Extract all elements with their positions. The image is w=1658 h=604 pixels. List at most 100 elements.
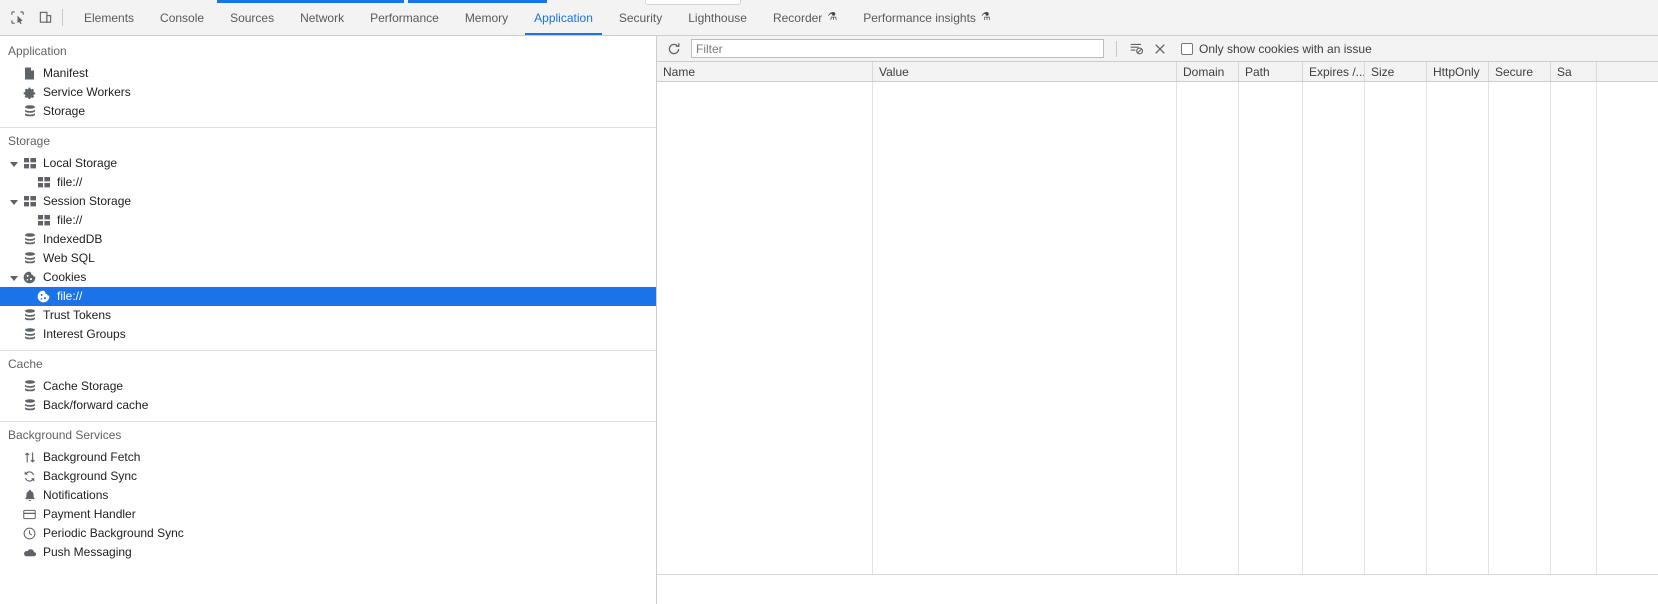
filter-input[interactable]: [691, 39, 1104, 58]
only-issues-checkbox[interactable]: [1181, 42, 1193, 55]
toolbar-divider: [62, 9, 63, 26]
application-panel: Application Manifest Service Workers Sto…: [0, 36, 1658, 604]
tab-label: Memory: [464, 10, 509, 25]
column-divider: [1177, 82, 1239, 574]
sidebar-item-cache-storage[interactable]: Cache Storage: [0, 377, 656, 396]
expander-placeholder: [24, 216, 34, 226]
tab-memory[interactable]: Memory: [452, 0, 521, 35]
section-title-application: Application: [8, 44, 67, 58]
column-header-secure[interactable]: Secure: [1489, 62, 1551, 81]
sidebar-item-cookies[interactable]: Cookies: [0, 268, 656, 287]
expander-placeholder: [10, 88, 20, 98]
column-header-size[interactable]: Size: [1365, 62, 1427, 81]
clock-icon: [22, 527, 37, 541]
cookie-icon: [22, 271, 37, 285]
database-icon: [22, 328, 37, 342]
column-header-value[interactable]: Value: [873, 62, 1177, 81]
sidebar-item-manifest[interactable]: Manifest: [0, 64, 656, 83]
tab-elements[interactable]: Elements: [71, 0, 147, 35]
table-grid-icon: [22, 157, 37, 171]
sidebar-item-notifications[interactable]: Notifications: [0, 486, 656, 505]
tab-label: Network: [300, 10, 345, 25]
sidebar-item-label: Web SQL: [43, 251, 95, 265]
column-header-samesite[interactable]: Sa: [1551, 62, 1597, 81]
sidebar-item-label: Local Storage: [43, 156, 118, 170]
cookies-data-grid[interactable]: Name Value Domain Path Expires /... Size…: [657, 62, 1658, 604]
experiment-flask-icon: ⚗: [980, 11, 991, 23]
tab-application[interactable]: Application: [521, 0, 606, 35]
sidebar-divider: [0, 421, 656, 422]
database-icon: [22, 380, 37, 394]
column-header-httponly[interactable]: HttpOnly: [1427, 62, 1489, 81]
tab-performance-insights[interactable]: Performance insights ⚗: [850, 0, 1004, 35]
sidebar-item-service-workers[interactable]: Service Workers: [0, 83, 656, 102]
refresh-icon[interactable]: [663, 39, 685, 59]
expander-placeholder: [10, 453, 20, 463]
expander-placeholder: [10, 382, 20, 392]
sidebar-item-storage[interactable]: Storage: [0, 102, 656, 121]
sidebar-item-background-sync[interactable]: Background Sync: [0, 467, 656, 486]
tab-security[interactable]: Security: [606, 0, 675, 35]
tab-performance[interactable]: Performance: [357, 0, 452, 35]
cloud-icon: [22, 546, 37, 560]
bell-icon: [22, 489, 37, 503]
sidebar-item-local-storage-file[interactable]: file://: [0, 173, 656, 192]
clear-filters-icon[interactable]: [1125, 39, 1147, 59]
sidebar-item-payment-handler[interactable]: Payment Handler: [0, 505, 656, 524]
expander-placeholder: [10, 311, 20, 321]
document-icon: [22, 67, 37, 81]
sidebar-item-background-fetch[interactable]: Background Fetch: [0, 448, 656, 467]
tab-network[interactable]: Network: [287, 0, 357, 35]
section-title-cache: Cache: [8, 357, 43, 371]
chevron-down-icon[interactable]: [10, 159, 20, 169]
sidebar-item-push-messaging[interactable]: Push Messaging: [0, 543, 656, 562]
cookies-table-body-empty[interactable]: [657, 82, 1658, 604]
sidebar-item-label: Payment Handler: [43, 507, 136, 521]
only-issues-checkbox-row[interactable]: Only show cookies with an issue: [1181, 42, 1372, 56]
sidebar-item-label: Background Sync: [43, 469, 138, 483]
tab-sources[interactable]: Sources: [217, 0, 287, 35]
tab-label: Lighthouse: [688, 10, 747, 25]
tab-lighthouse[interactable]: Lighthouse: [675, 0, 760, 35]
sidebar-item-label: Background Fetch: [43, 450, 141, 464]
sidebar-item-interest-groups[interactable]: Interest Groups: [0, 325, 656, 344]
sidebar-divider: [0, 127, 656, 128]
column-divider: [873, 82, 1177, 574]
expander-placeholder: [10, 330, 20, 340]
table-grid-icon: [36, 214, 51, 228]
column-header-expires[interactable]: Expires /...: [1303, 62, 1365, 81]
sidebar-item-local-storage[interactable]: Local Storage: [0, 154, 656, 173]
table-bottom-rule: [657, 574, 1658, 575]
expander-placeholder: [10, 254, 20, 264]
column-divider: [1489, 82, 1551, 574]
sidebar-item-periodic-background-sync[interactable]: Periodic Background Sync: [0, 524, 656, 543]
column-header-path[interactable]: Path: [1239, 62, 1303, 81]
sidebar-item-trust-tokens[interactable]: Trust Tokens: [0, 306, 656, 325]
sidebar-item-label: Periodic Background Sync: [43, 526, 184, 540]
sidebar-item-session-storage[interactable]: Session Storage: [0, 192, 656, 211]
sidebar-item-indexeddb[interactable]: IndexedDB: [0, 230, 656, 249]
sidebar-item-web-sql[interactable]: Web SQL: [0, 249, 656, 268]
column-header-domain[interactable]: Domain: [1177, 62, 1239, 81]
expander-placeholder: [10, 548, 20, 558]
sidebar-item-cookies-file[interactable]: file://: [0, 287, 656, 306]
tab-recorder[interactable]: Recorder ⚗: [760, 0, 850, 35]
close-icon[interactable]: [1149, 39, 1171, 59]
expander-placeholder: [24, 178, 34, 188]
column-header-name[interactable]: Name: [657, 62, 873, 81]
device-toolbar-icon[interactable]: [36, 9, 54, 27]
chevron-down-icon[interactable]: [10, 197, 20, 207]
tab-label: Console: [160, 10, 205, 25]
application-sidebar-tree[interactable]: Application Manifest Service Workers Sto…: [0, 36, 657, 604]
table-grid-icon: [36, 176, 51, 190]
inspect-element-icon[interactable]: [8, 9, 26, 27]
chevron-down-icon[interactable]: [10, 273, 20, 283]
expander-placeholder: [10, 235, 20, 245]
only-issues-label: Only show cookies with an issue: [1199, 41, 1372, 56]
tab-console[interactable]: Console: [147, 0, 217, 35]
sidebar-item-session-storage-file[interactable]: file://: [0, 211, 656, 230]
sidebar-item-label: Trust Tokens: [43, 308, 112, 322]
sidebar-item-back-forward-cache[interactable]: Back/forward cache: [0, 396, 656, 415]
database-icon: [22, 105, 37, 119]
tab-label: Sources: [230, 10, 275, 25]
